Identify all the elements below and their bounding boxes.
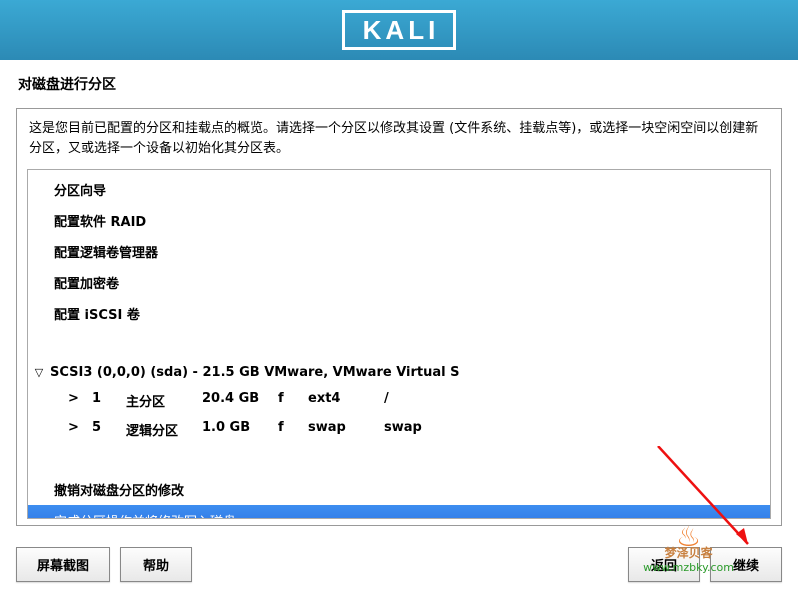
configure-encrypted-item[interactable]: 配置加密卷 — [28, 267, 770, 298]
configure-raid-item[interactable]: 配置软件 RAID — [28, 205, 770, 236]
disk-label: SCSI3 (0,0,0) (sda) - 21.5 GB VMware, VM… — [50, 365, 459, 380]
guided-partitioning-item[interactable]: 分区向导 — [28, 174, 770, 205]
back-button[interactable]: 返回 — [628, 547, 700, 582]
partition-row[interactable]: > 1 主分区 20.4 GB f ext4 / — [28, 386, 770, 415]
instruction-text: 这是您目前已配置的分区和挂载点的概览。请选择一个分区以修改其设置 (文件系统、挂… — [27, 119, 771, 169]
help-button[interactable]: 帮助 — [120, 547, 192, 582]
undo-changes-item[interactable]: 撤销对磁盘分区的修改 — [28, 474, 770, 505]
continue-button[interactable]: 继续 — [710, 547, 782, 582]
installer-header: KALI — [0, 0, 798, 60]
partition-list: 分区向导 配置软件 RAID 配置逻辑卷管理器 配置加密卷 配置 iSCSI 卷… — [27, 169, 771, 519]
partition-arrow: > — [68, 420, 92, 439]
screenshot-button[interactable]: 屏幕截图 — [16, 547, 110, 582]
kali-logo: KALI — [342, 10, 457, 50]
partition-mount: / — [384, 391, 464, 410]
partition-mount: swap — [384, 420, 464, 439]
partition-number: 1 — [92, 391, 126, 410]
configure-lvm-item[interactable]: 配置逻辑卷管理器 — [28, 236, 770, 267]
finish-partitioning-item[interactable]: 完成分区操作并将修改写入磁盘 — [28, 505, 770, 519]
partition-arrow: > — [68, 391, 92, 410]
partition-size: 1.0 GB — [202, 420, 278, 439]
partition-fs: swap — [308, 420, 384, 439]
partition-flag: f — [278, 391, 308, 410]
partition-flag: f — [278, 420, 308, 439]
page-title: 对磁盘进行分区 — [0, 60, 798, 100]
partition-type: 主分区 — [126, 391, 202, 410]
partition-number: 5 — [92, 420, 126, 439]
configure-iscsi-item[interactable]: 配置 iSCSI 卷 — [28, 298, 770, 329]
content-panel: 这是您目前已配置的分区和挂载点的概览。请选择一个分区以修改其设置 (文件系统、挂… — [16, 108, 782, 526]
partition-size: 20.4 GB — [202, 391, 278, 410]
disk-entry[interactable]: ▽ SCSI3 (0,0,0) (sda) - 21.5 GB VMware, … — [28, 359, 770, 386]
partition-type: 逻辑分区 — [126, 420, 202, 439]
shell-icon: ♨ — [643, 530, 734, 544]
partition-fs: ext4 — [308, 391, 384, 410]
partition-row[interactable]: > 5 逻辑分区 1.0 GB f swap swap — [28, 415, 770, 444]
chevron-down-icon: ▽ — [32, 366, 46, 379]
button-bar: 屏幕截图 帮助 返回 继续 — [16, 547, 782, 582]
